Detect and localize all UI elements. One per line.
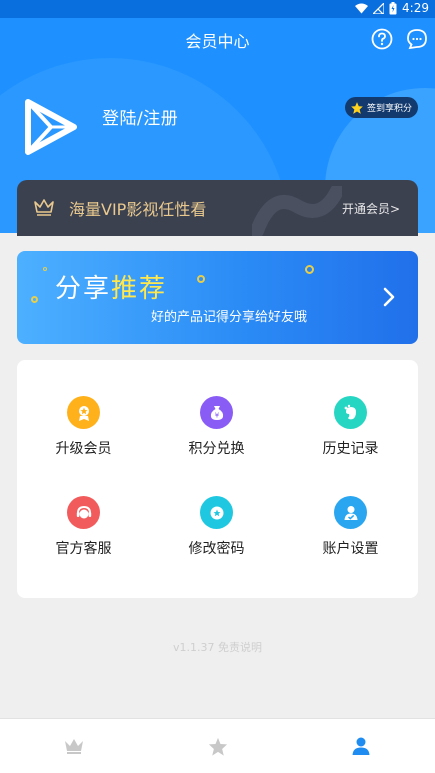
top-nav: 会员中心 (0, 18, 435, 62)
banner-title: 分享推荐 (55, 268, 167, 305)
grid-item-label: 官方客服 (55, 541, 112, 557)
status-time: 4:29 (402, 1, 429, 15)
grid-item-customer-service[interactable]: 官方客服 (17, 496, 150, 596)
banner-dot-decoration (197, 275, 205, 283)
version-disclaimer-link[interactable]: v1.1.37 免责说明 (0, 639, 435, 655)
grid-item-history[interactable]: 历史记录 (284, 396, 417, 496)
grid-item-label: 积分兑换 (188, 441, 245, 457)
grid-item-account-settings[interactable]: 账户设置 (284, 496, 417, 596)
grid-item-points-exchange[interactable]: ¥ 积分兑换 (150, 396, 283, 496)
banner-dot-decoration (31, 296, 38, 303)
banner-dot-decoration (305, 265, 314, 274)
password-icon (200, 496, 233, 529)
account-icon (334, 496, 367, 529)
banner-subtitle: 好的产品记得分享给好友哦 (151, 310, 308, 325)
bottom-tab-bar (0, 718, 435, 773)
page-title: 会员中心 (185, 32, 250, 51)
login-register-link[interactable]: 登陆/注册 (102, 104, 178, 129)
crown-icon (34, 199, 54, 216)
grid-item-label: 账户设置 (322, 541, 379, 557)
tab-profile[interactable] (346, 733, 376, 759)
svg-text:¥: ¥ (214, 411, 219, 419)
checkin-button[interactable]: 签到享积分 (345, 97, 418, 118)
grid-item-label: 历史记录 (322, 441, 379, 457)
app-logo[interactable] (22, 98, 80, 156)
crown-icon (65, 739, 83, 754)
vip-banner[interactable]: 海量VIP影视任性看 开通会员> (17, 180, 418, 236)
battery-icon (389, 1, 397, 14)
grid-item-label: 升级会员 (55, 441, 112, 457)
banner-title-white: 分享 (55, 274, 112, 304)
tab-favorites[interactable] (203, 733, 233, 759)
vip-watermark-decoration (252, 186, 342, 236)
chevron-right-icon (383, 287, 395, 307)
star-icon (208, 737, 228, 756)
message-icon[interactable] (406, 28, 428, 50)
grid-item-change-password[interactable]: 修改密码 (150, 496, 283, 596)
help-icon[interactable] (371, 28, 393, 50)
vip-slogan: 海量VIP影视任性看 (69, 200, 207, 219)
star-icon (351, 101, 363, 114)
grid-item-upgrade-vip[interactable]: 升级会员 (17, 396, 150, 496)
history-icon (334, 396, 367, 429)
checkin-label: 签到享积分 (367, 104, 413, 114)
points-icon: ¥ (200, 396, 233, 429)
banner-dot-decoration (43, 267, 47, 271)
upgrade-icon (67, 396, 100, 429)
function-grid: 升级会员 ¥ 积分兑换 历史记录 官方客服 修改密码 账户设置 (17, 360, 418, 598)
grid-item-label: 修改密码 (188, 541, 245, 557)
open-vip-button[interactable]: 开通会员> (342, 200, 400, 217)
user-icon (352, 737, 370, 755)
banner-title-yellow: 推荐 (111, 274, 168, 304)
tab-vip[interactable] (59, 733, 89, 759)
service-icon (67, 496, 100, 529)
no-signal-icon (373, 2, 385, 14)
wifi-icon (355, 3, 369, 13)
status-bar: 4:29 (0, 0, 435, 18)
share-banner[interactable]: 分享推荐 好的产品记得分享给好友哦 (17, 251, 418, 344)
